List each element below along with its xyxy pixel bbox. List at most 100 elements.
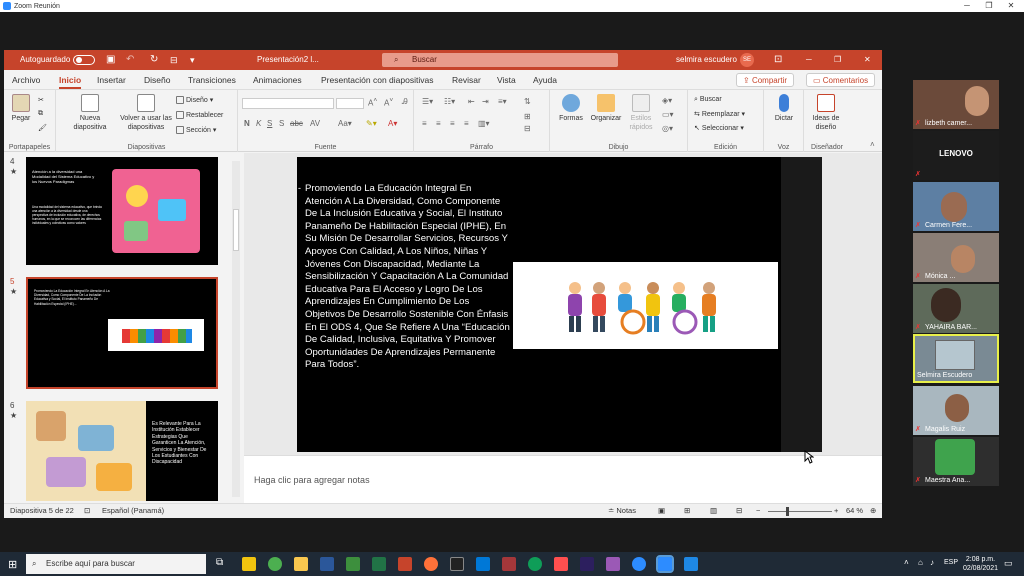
columns-icon[interactable]: ▥▾ [478, 119, 490, 128]
ppt-restore-button[interactable]: ❐ [834, 50, 841, 70]
clock[interactable]: 2:08 p.m. 02/08/2021 [963, 555, 998, 573]
smartart-icon[interactable]: ⊟ [524, 124, 531, 133]
share-button[interactable]: ⇪ Compartir [736, 73, 795, 87]
underline-icon[interactable]: S [267, 119, 272, 128]
redo-icon[interactable]: ↻ [150, 50, 158, 70]
zoom-slider-thumb[interactable] [786, 507, 789, 516]
children-illustration[interactable] [513, 262, 778, 349]
font-color-icon[interactable]: A▾ [388, 119, 397, 128]
tab-archivo[interactable]: Archivo [12, 70, 40, 90]
spellcheck-icon[interactable]: ⊡ [84, 506, 90, 515]
shape-fill-icon[interactable]: ◈▾ [662, 96, 672, 105]
zoom-slider[interactable] [768, 511, 832, 512]
font-size-select[interactable] [336, 98, 364, 109]
cut-icon[interactable]: ✂ [38, 96, 44, 104]
shape-effects-icon[interactable]: ◎▾ [662, 124, 673, 133]
arrange-button[interactable]: Organizar [588, 94, 624, 123]
slide-thumbnail-4[interactable]: Atención a la diversidad una Modalidad d… [26, 157, 218, 265]
user-avatar[interactable]: SE [740, 53, 754, 67]
mail-icon[interactable] [476, 557, 490, 571]
bold-icon[interactable]: N [244, 119, 250, 128]
participant-tile-8[interactable]: ✗ Maestra Ana... [913, 437, 999, 486]
access-icon[interactable] [502, 557, 516, 571]
publisher-icon[interactable] [606, 557, 620, 571]
text-direction-icon[interactable]: ⇅ [524, 97, 531, 106]
replace-button[interactable]: ⇆ Reemplazar ▾ [694, 110, 745, 118]
close-button[interactable]: ✕ [1000, 0, 1022, 12]
select-button[interactable]: ↖ Seleccionar ▾ [694, 124, 744, 132]
photos-icon[interactable] [684, 557, 698, 571]
line-spacing-icon[interactable]: ≡▾ [498, 97, 507, 106]
participant-tile-6-active-speaker[interactable]: Selmira Escudero [913, 334, 999, 383]
participant-tile-7[interactable]: ✗ Magalis Ruiz [913, 386, 999, 435]
zoom-in-button[interactable]: + [834, 506, 838, 515]
edge-icon[interactable] [528, 557, 542, 571]
font-name-select[interactable] [242, 98, 334, 109]
undo-icon[interactable]: ↶ [126, 50, 134, 70]
align-right-icon[interactable]: ≡ [450, 119, 455, 128]
paste-button[interactable]: Pegar [10, 94, 32, 123]
decrease-font-icon[interactable]: A˅ [384, 97, 393, 108]
tab-ayuda[interactable]: Ayuda [533, 70, 557, 90]
normal-view-icon[interactable]: ▣ [658, 506, 665, 515]
customize-qat-icon[interactable]: ▾ [190, 50, 195, 70]
design-ideas-button[interactable]: Ideas de diseño [806, 94, 846, 132]
dictate-button[interactable]: Dictar [770, 94, 798, 123]
change-case-icon[interactable]: Aa▾ [338, 119, 352, 128]
ppt-minimize-button[interactable]: ─ [806, 50, 812, 70]
slide-body-text[interactable]: Promoviendo La Educación Integral En Ate… [305, 183, 510, 372]
shadow-icon[interactable]: S [279, 119, 284, 128]
chrome-icon[interactable] [268, 557, 282, 571]
reading-view-icon[interactable]: ▥ [710, 506, 717, 515]
zoom-out-button[interactable]: − [756, 506, 760, 515]
layout-button[interactable]: Diseño ▾ [176, 96, 213, 105]
ribbon-display-options-icon[interactable]: ⊡ [774, 50, 782, 70]
maximize-button[interactable]: ❐ [978, 0, 1000, 12]
fit-slide-icon[interactable]: ⊕ [870, 506, 876, 515]
increase-indent-icon[interactable]: ⇥ [482, 97, 489, 106]
bullets-icon[interactable]: ☰▾ [422, 97, 433, 106]
decrease-indent-icon[interactable]: ⇤ [468, 97, 475, 106]
quick-styles-button[interactable]: Estilos rápidos [626, 94, 656, 132]
shapes-button[interactable]: Formas [556, 94, 586, 123]
tab-presentacion[interactable]: Presentación con diapositivas [321, 70, 433, 90]
minimize-button[interactable]: ─ [956, 0, 978, 12]
align-text-icon[interactable]: ⊞ [524, 112, 531, 121]
firefox-icon[interactable] [424, 557, 438, 571]
store-icon[interactable] [242, 557, 256, 571]
tab-diseno[interactable]: Diseño [144, 70, 170, 90]
slide-sorter-icon[interactable]: ⊞ [684, 506, 690, 515]
save-icon[interactable]: ▣ [106, 50, 115, 70]
increase-font-icon[interactable]: A˄ [368, 97, 377, 108]
start-slideshow-icon[interactable]: ⊟ [170, 50, 178, 70]
tab-vista[interactable]: Vista [497, 70, 516, 90]
notifications-icon[interactable]: ▭ [1004, 558, 1013, 569]
comments-button[interactable]: ▭ Comentarios [806, 73, 876, 87]
numbering-icon[interactable]: ☷▾ [444, 97, 455, 106]
participant-tile-2[interactable]: LENOVO ✗ [913, 131, 999, 180]
copy-icon[interactable]: ⧉ [38, 110, 43, 118]
thumbnail-scroll-thumb[interactable] [233, 209, 239, 251]
highlight-icon[interactable]: ✎▾ [366, 119, 377, 128]
new-slide-button[interactable]: Nueva diapositiva [68, 94, 112, 132]
char-spacing-icon[interactable]: AV [310, 119, 320, 128]
tab-inicio[interactable]: Inicio [59, 70, 82, 90]
tab-revisar[interactable]: Revisar [452, 70, 481, 90]
collapse-ribbon-icon[interactable]: ˄ [870, 140, 875, 149]
autosave-toggle[interactable] [73, 50, 95, 70]
filezilla-icon[interactable] [554, 557, 568, 571]
slide-thumbnail-6[interactable]: Es Relevante Para La Institución Estable… [26, 401, 218, 501]
reuse-slides-button[interactable]: Volver a usar las diapositivas [120, 94, 172, 132]
align-left-icon[interactable]: ≡ [422, 119, 427, 128]
taskbar-search[interactable]: ⌕ Escribe aquí para buscar [26, 554, 206, 574]
slideshow-view-icon[interactable]: ⊟ [736, 506, 742, 515]
powerpoint-icon[interactable] [398, 557, 412, 571]
zoom-meeting-icon[interactable] [656, 555, 674, 573]
thumbnail-scrollbar[interactable] [232, 161, 240, 497]
zoom-app-icon[interactable] [632, 557, 646, 571]
task-view-icon[interactable]: ⧉ [216, 557, 230, 571]
slide-thumbnail-5[interactable]: Promoviendo La Educación Integral En Ate… [26, 277, 218, 389]
zoom-level[interactable]: 64 % [846, 506, 863, 515]
current-slide[interactable]: - Promoviendo La Educación Integral En A… [297, 157, 822, 452]
windows-start-icon[interactable]: ⊞ [8, 558, 17, 571]
